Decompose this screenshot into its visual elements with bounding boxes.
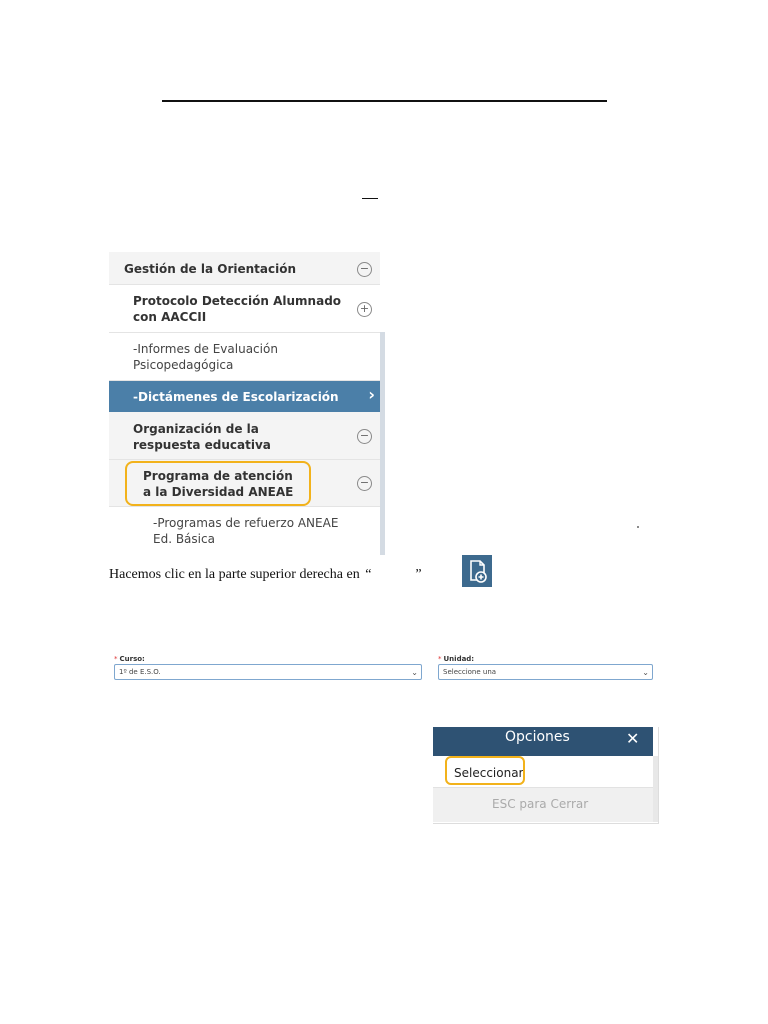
esc-close-hint: ESC para Cerrar: [492, 797, 589, 811]
chevron-down-icon: ⌄: [411, 668, 418, 677]
collapse-icon[interactable]: −: [357, 429, 372, 444]
menu-item-informes[interactable]: -Informes de Evaluación Psicopedagógica: [109, 333, 380, 381]
menu-item-protocolo-label: Protocolo Detección Alumnado con AACCII: [133, 294, 342, 324]
chevron-down-icon: ⌄: [642, 668, 649, 677]
menu-group-programa[interactable]: Programa de atención a la Diversidad ANE…: [109, 460, 380, 507]
menu-item-refuerzo-label: -Programas de refuerzo ANEAE Ed. Básica: [153, 516, 339, 546]
sidebar-menu: Gestión de la Orientación − Protocolo De…: [109, 252, 385, 555]
unidad-label-text: Unidad:: [443, 655, 475, 663]
menu-item-dictamenes[interactable]: -Dictámenes de Escolarización ›: [109, 381, 380, 412]
highlight-box: [125, 461, 311, 506]
menu-item-refuerzo[interactable]: -Programas de refuerzo ANEAE Ed. Básica: [109, 507, 380, 555]
unidad-label: * Unidad:: [438, 655, 474, 663]
short-rule: [362, 198, 378, 199]
collapse-icon[interactable]: −: [357, 262, 372, 277]
document-add-icon[interactable]: [462, 555, 492, 587]
chevron-right-icon: ›: [368, 385, 375, 404]
top-rule: [162, 100, 607, 102]
highlight-box: [445, 756, 525, 785]
menu-group-organizacion[interactable]: Organización de la respuesta educativa −: [109, 412, 380, 460]
close-quote: ”: [415, 567, 422, 582]
menu-group-organizacion-label: Organización de la respuesta educativa: [133, 422, 271, 452]
options-dialog: Opciones ✕ Seleccionar ESC para Cerrar: [433, 727, 659, 824]
curso-value: 1º de E.S.O.: [119, 668, 161, 676]
instruction-text: Hacemos clic en la parte superior derech…: [109, 567, 422, 583]
dialog-title: Opciones: [505, 729, 570, 745]
menu-group-gestion[interactable]: Gestión de la Orientación −: [109, 252, 380, 285]
dialog-header: Opciones ✕: [433, 727, 653, 756]
menu-group-gestion-label: Gestión de la Orientación: [124, 262, 297, 276]
expand-icon[interactable]: +: [357, 302, 372, 317]
instruction-sentence: Hacemos clic en la parte superior derech…: [109, 567, 360, 582]
dialog-scrollbar[interactable]: [653, 756, 658, 822]
unidad-select[interactable]: Seleccione una ⌄: [438, 664, 653, 680]
unidad-value: Seleccione una: [443, 668, 497, 676]
stray-mark: [637, 526, 639, 528]
required-mark: *: [438, 655, 442, 663]
menu-item-informes-label: -Informes de Evaluación Psicopedagógica: [133, 342, 278, 372]
curso-label-text: Curso:: [119, 655, 145, 663]
curso-select[interactable]: 1º de E.S.O. ⌄: [114, 664, 422, 680]
menu-item-protocolo[interactable]: Protocolo Detección Alumnado con AACCII …: [109, 285, 380, 333]
close-icon[interactable]: ✕: [626, 729, 639, 748]
required-mark: *: [114, 655, 118, 663]
collapse-icon[interactable]: −: [357, 476, 372, 491]
open-quote: “: [365, 567, 372, 582]
curso-label: * Curso:: [114, 655, 145, 663]
menu-item-dictamenes-label: -Dictámenes de Escolarización: [133, 390, 339, 404]
menu-scrollbar[interactable]: [380, 332, 385, 555]
